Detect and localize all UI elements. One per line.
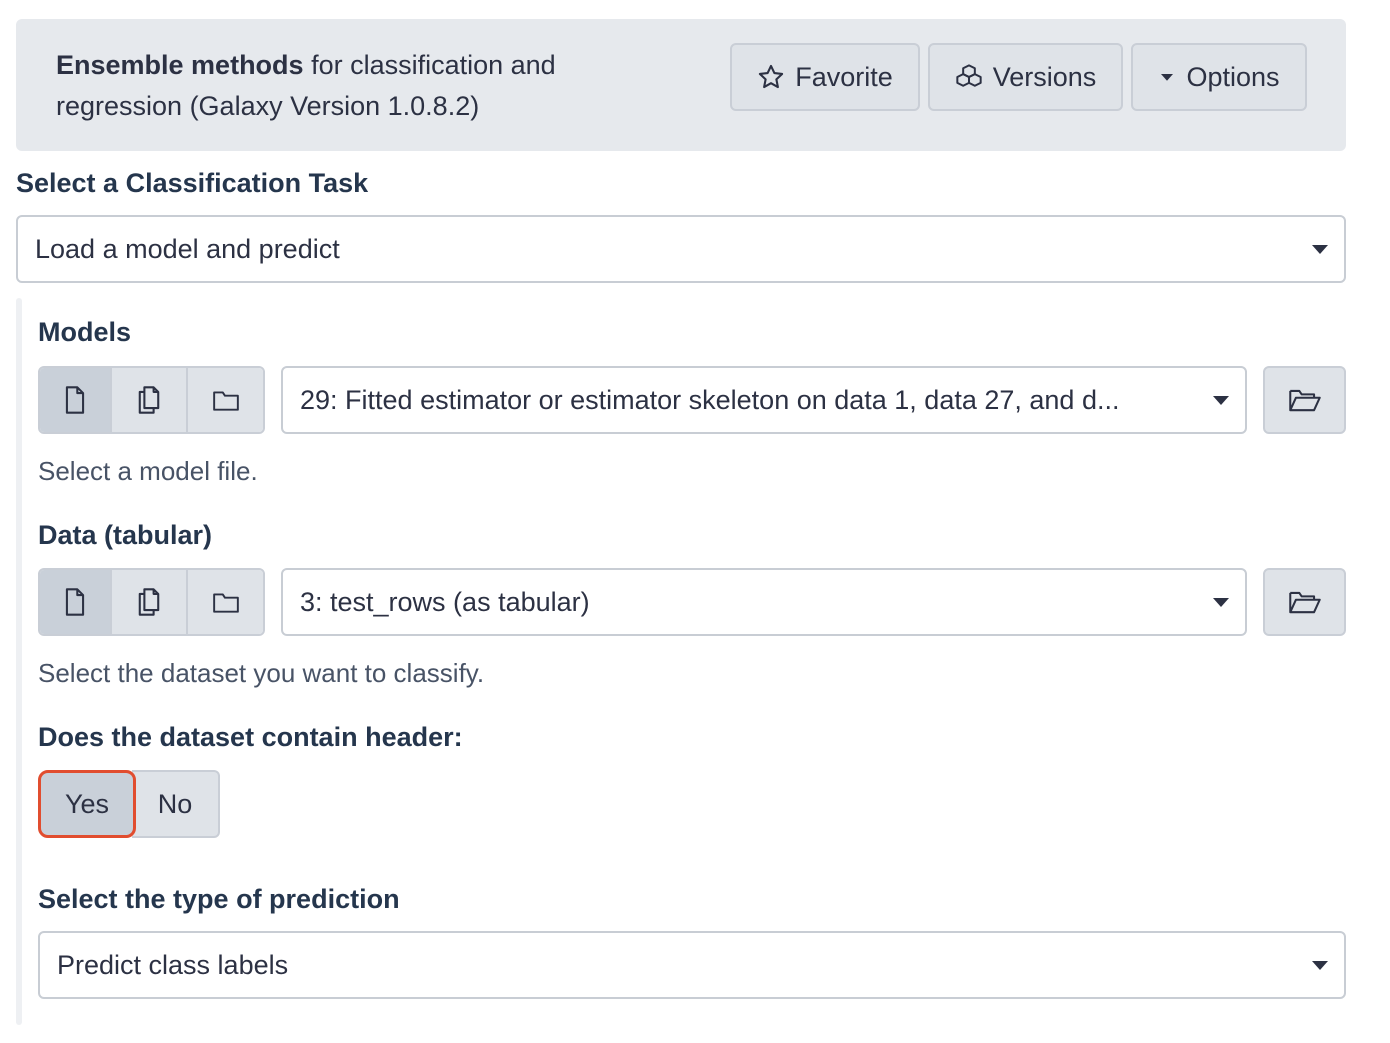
- chevron-down-icon: [1312, 245, 1328, 254]
- classification-task-value: Load a model and predict: [35, 233, 340, 264]
- favorite-button[interactable]: Favorite: [730, 43, 920, 111]
- data-collection-button[interactable]: [188, 570, 263, 634]
- file-icon: [65, 386, 85, 414]
- folder-open-icon: [1288, 591, 1321, 614]
- data-select[interactable]: 3: test_rows (as tabular): [281, 568, 1247, 636]
- file-icon: [65, 588, 85, 616]
- models-help-text: Select a model file.: [38, 456, 258, 486]
- chevron-down-icon: [1213, 396, 1229, 405]
- chevron-down-icon: [1312, 961, 1328, 970]
- tool-header: Ensemble methods for classification and …: [16, 19, 1346, 151]
- tool-title: Ensemble methods for classification and …: [56, 45, 656, 127]
- chevron-down-icon: [1213, 598, 1229, 607]
- prediction-type-label: Select the type of prediction: [38, 884, 400, 914]
- classification-task-select[interactable]: Load a model and predict: [16, 215, 1346, 283]
- models-single-dataset-button[interactable]: [40, 368, 112, 432]
- models-value: 29: Fitted estimator or estimator skelet…: [300, 384, 1120, 415]
- favorite-label: Favorite: [795, 61, 893, 92]
- models-multiple-datasets-button[interactable]: [112, 368, 188, 432]
- folder-icon: [212, 391, 239, 411]
- prediction-type-select[interactable]: Predict class labels: [38, 931, 1346, 999]
- data-multiple-datasets-button[interactable]: [112, 570, 188, 634]
- data-input-type-group: [38, 568, 265, 636]
- data-single-dataset-button[interactable]: [40, 570, 112, 634]
- header-yes-button[interactable]: Yes: [38, 770, 136, 838]
- files-icon: [138, 386, 160, 414]
- files-icon: [138, 588, 160, 616]
- models-collection-button[interactable]: [188, 368, 263, 432]
- header-option-toggle: Yes No: [38, 770, 220, 838]
- folder-open-icon: [1288, 389, 1321, 412]
- folder-icon: [212, 593, 239, 613]
- prediction-type-value: Predict class labels: [57, 949, 289, 980]
- header-option-label: Does the dataset contain header:: [38, 722, 463, 752]
- header-no-button[interactable]: No: [132, 770, 220, 838]
- models-browse-button[interactable]: [1263, 366, 1346, 434]
- models-select[interactable]: 29: Fitted estimator or estimator skelet…: [281, 366, 1247, 434]
- data-help-text: Select the dataset you want to classify.: [38, 658, 485, 688]
- models-input-type-group: [38, 366, 265, 434]
- tool-name: Ensemble methods: [56, 50, 304, 80]
- data-label: Data (tabular): [38, 520, 213, 550]
- section-indent-bar: [16, 298, 22, 1025]
- versions-label: Versions: [992, 61, 1097, 92]
- options-label: Options: [1186, 61, 1280, 92]
- options-button[interactable]: Options: [1131, 43, 1307, 111]
- versions-button[interactable]: Versions: [928, 43, 1123, 111]
- data-value: 3: test_rows (as tabular): [300, 586, 590, 617]
- data-browse-button[interactable]: [1263, 568, 1346, 636]
- cubes-icon: [956, 64, 982, 87]
- models-label: Models: [38, 317, 132, 347]
- caret-down-icon: [1161, 74, 1174, 81]
- star-icon: [759, 64, 784, 89]
- classification-task-label: Select a Classification Task: [16, 168, 369, 198]
